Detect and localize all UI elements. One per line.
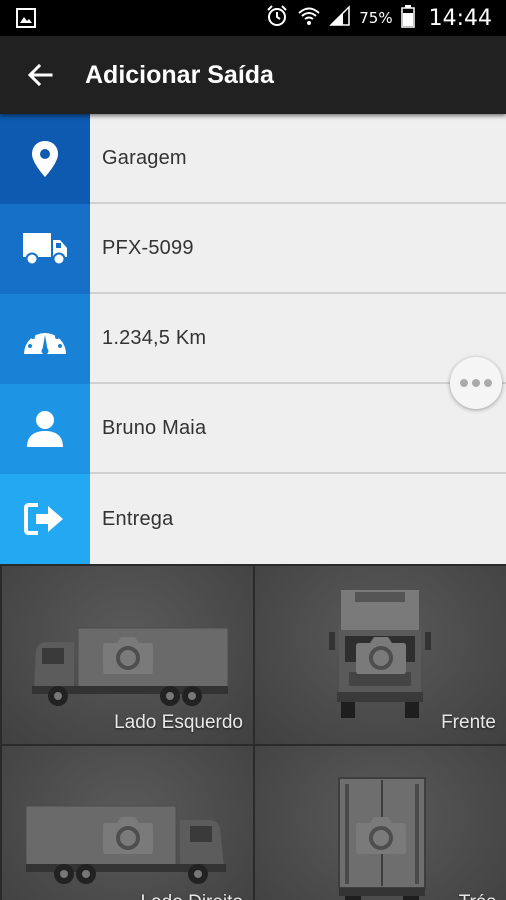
photo-grid: Lado Esquerdo Frente [0, 564, 506, 900]
photo-front[interactable]: Frente [255, 566, 506, 744]
exit-form: Garagem PFX-5099 1.234,5 Km Bruno Maia E… [0, 114, 506, 564]
row-purpose[interactable]: Entrega [0, 474, 506, 564]
odometer-field[interactable]: 1.234,5 Km [90, 294, 506, 384]
row-odometer[interactable]: 1.234,5 Km [0, 294, 506, 384]
arrow-back-icon [27, 63, 53, 87]
camera-icon [355, 637, 406, 674]
dot [460, 379, 468, 387]
odometer-value: 1.234,5 Km [102, 326, 207, 349]
exit-icon [0, 474, 90, 564]
battery-percent: 75% [359, 9, 393, 27]
alarm-icon [265, 4, 289, 33]
row-vehicle[interactable]: PFX-5099 [0, 204, 506, 294]
camera-icon [102, 817, 153, 854]
battery-icon [400, 4, 415, 33]
camera-icon [355, 817, 406, 854]
status-bar: 75% 14:44 [0, 0, 506, 36]
page-title: Adicionar Saída [85, 60, 274, 89]
photo-label: Lado Esquerdo [114, 712, 243, 733]
camera-icon [102, 637, 153, 674]
photo-right-side[interactable]: Lado Direito [2, 746, 253, 900]
photo-label: Trás [459, 892, 496, 900]
clock: 14:44 [428, 5, 492, 31]
wifi-icon [297, 4, 321, 33]
location-field[interactable]: Garagem [90, 114, 506, 204]
more-options-button[interactable] [450, 357, 502, 409]
back-button[interactable] [0, 36, 80, 114]
row-location[interactable]: Garagem [0, 114, 506, 204]
app-bar: Adicionar Saída [0, 36, 506, 114]
driver-value: Bruno Maia [102, 416, 207, 439]
truck-icon [0, 204, 90, 294]
photo-left-side[interactable]: Lado Esquerdo [2, 566, 253, 744]
row-driver[interactable]: Bruno Maia [0, 384, 506, 474]
person-icon [0, 384, 90, 474]
purpose-value: Entrega [102, 507, 174, 530]
vehicle-field[interactable]: PFX-5099 [90, 204, 506, 294]
signal-icon [329, 4, 351, 32]
photo-back[interactable]: Trás [255, 746, 506, 900]
photo-label: Lado Direito [141, 892, 243, 900]
speedometer-icon [0, 294, 90, 384]
gallery-notification-icon [16, 8, 36, 33]
photo-label: Frente [441, 712, 496, 733]
dot [484, 379, 492, 387]
driver-field[interactable]: Bruno Maia [90, 384, 506, 474]
dot [472, 379, 480, 387]
vehicle-value: PFX-5099 [102, 236, 194, 259]
location-value: Garagem [102, 146, 187, 169]
purpose-field[interactable]: Entrega [90, 474, 506, 564]
location-pin-icon [0, 114, 90, 204]
